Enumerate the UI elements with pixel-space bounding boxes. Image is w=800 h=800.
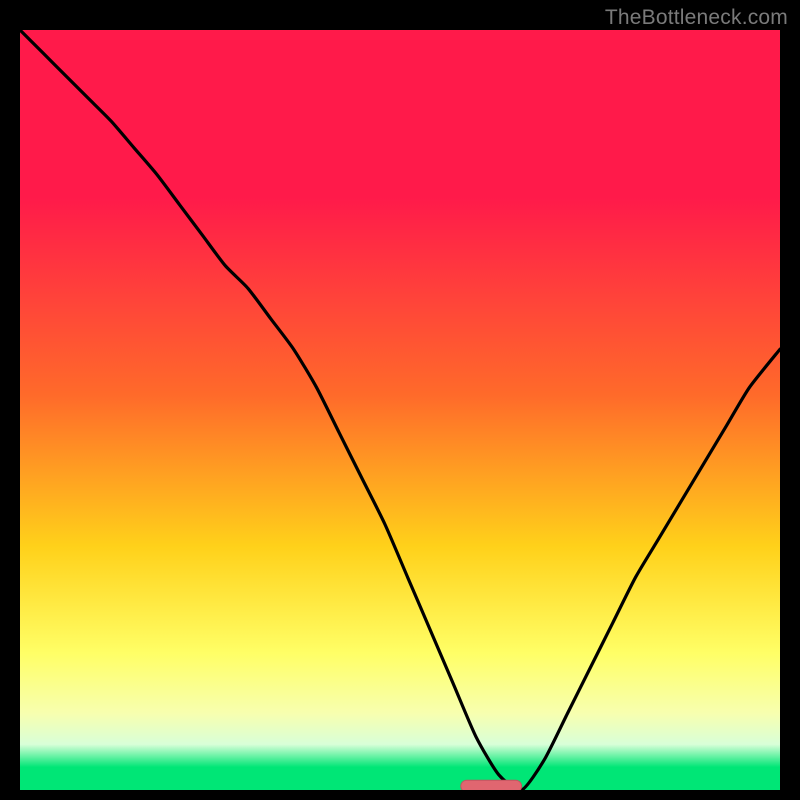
optimal-marker: [461, 780, 522, 790]
watermark-text: TheBottleneck.com: [605, 6, 788, 30]
chart-container: TheBottleneck.com: [0, 0, 800, 800]
plot-frame: [20, 30, 780, 790]
gradient-background: [20, 30, 780, 790]
chart-svg: [20, 30, 780, 790]
